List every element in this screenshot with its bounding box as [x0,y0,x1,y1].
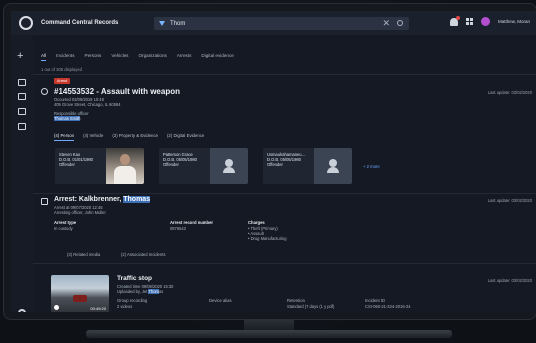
silhouette-body [223,167,235,173]
filter-icon[interactable] [159,21,165,26]
clear-search-icon[interactable]: ✕ [382,18,390,29]
person-card[interactable]: Steven Kao D.O.B. 01/01/1980 Offender [55,148,144,184]
device-alias-label: Device alias [209,298,232,303]
charges-list: • Theft (Primary) • Assault • Drug Manuf… [248,226,287,241]
retention-label: Retention [287,298,305,303]
arrest-record-value: 0876543 [170,226,186,231]
person-card[interactable]: Patterson Grace D.O.B. 05/05/1980 Offend… [159,148,248,184]
arrest-record-label: Arrest record number [170,220,214,225]
tab-vehicles[interactable]: Vehicles [111,53,128,61]
play-icon[interactable] [54,305,59,310]
uploaded-highlight: Thom [148,289,159,294]
result-tabs: All Incidents Persons Vehicles Organizat… [41,53,234,61]
subtab-digital-evidence[interactable]: (2) Digital Evidence [167,133,204,141]
settings-gear-icon[interactable] [18,309,26,312]
left-nav-rail: + [11,35,33,312]
charges-label: Charges [248,220,265,225]
group-recording-label: Group recording [117,298,148,303]
person-info: Usmaulrahamaneu... D.O.B. 05/05/1980 Off… [267,152,313,167]
group-recording-value: 2 videos [117,304,133,309]
handcuffs-icon [41,198,48,205]
incident-id-value: CSI-060-21-324-2016-24 [365,304,411,309]
incident-last-update: Last update: 03/02/2020 [487,90,532,95]
tab-digital-evidence[interactable]: Digital evidence [201,53,233,61]
notification-dot [455,15,460,20]
results-count: 1 out of 305 displayed [41,67,82,72]
uploaded-text: Uploaded by, Jet [117,289,149,294]
thumbnail-car [73,295,87,302]
person-card[interactable]: Usmaulrahamaneu... D.O.B. 05/05/1980 Off… [263,148,352,184]
app-title: Command Central Records [41,20,119,26]
divider [33,193,536,194]
incident-icon [41,88,48,95]
user-avatar[interactable] [480,17,490,26]
app-screen: Command Central Records Thom ✕ Matthew, … [11,11,536,312]
incident-title[interactable]: #14553532 - Assault with weapon [54,87,180,96]
person-info: Patterson Grace D.O.B. 05/05/1980 Offend… [163,152,209,167]
subtab-vehicle[interactable]: (4) Vehicle [83,133,103,141]
nav-car-icon[interactable] [18,79,26,86]
user-name[interactable]: Matthew, Moran [498,19,530,24]
charge-item: • Drug Manufacturing [248,236,287,241]
tab-arrests[interactable]: Arrests [177,53,192,61]
arresting-officer: Arresting officer, John Muller [54,210,106,215]
tab-persons[interactable]: Persons [85,53,102,61]
associated-incidents-link[interactable]: (2) Associated Incidents [121,252,165,257]
related-media-link[interactable]: (3) Related media [67,252,100,257]
results-panel: All Incidents Persons Vehicles Organizat… [33,35,536,312]
nav-monitor-icon[interactable] [18,123,26,130]
arrest-title-text: Arrest: Kalkbrenner, [54,196,124,203]
silhouette-head [225,159,233,167]
more-persons-link[interactable]: + 2 more [363,164,380,169]
arrest-type-label: Arrest type [54,220,77,225]
status-badge: Arrest [54,78,71,84]
media-uploaded: Uploaded by, Jet Thomas [117,289,163,294]
person-photo [106,148,144,184]
arrest-last-update: Last update: 03/02/2020 [487,198,532,203]
divider [33,74,536,75]
top-bar-actions: Matthew, Moran [449,15,530,26]
search-input[interactable]: Thom [170,21,185,27]
app-logo-icon[interactable] [19,16,33,30]
officer-name: Thomas Smith [54,116,81,121]
tab-all[interactable]: All [41,53,47,61]
subtab-person[interactable]: (4) Person [54,133,75,141]
arrest-title[interactable]: Arrest: Kalkbrenner, Thomas [54,196,151,203]
video-duration: 00:49:20 [90,306,106,311]
apps-grid-icon[interactable] [465,18,473,25]
incident-subtabs: (4) Person (4) Vehicle (3) Property & Ev… [54,133,204,141]
silhouette-body [327,167,339,173]
person-role: Offender [163,162,179,167]
arrest-title-highlight: Thomas [123,196,151,203]
top-bar: Command Central Records Thom ✕ Matthew, … [11,11,536,35]
monitor-base [86,330,452,338]
video-thumbnail[interactable]: 00:49:20 [51,275,109,312]
arrest-type-value: In custody [54,226,73,231]
tab-incidents[interactable]: Incidents [56,53,74,61]
person-placeholder-icon [314,148,352,184]
incident-id-label: Incident ID [365,298,386,303]
divider [33,263,536,264]
photo-body [114,166,136,184]
add-icon[interactable]: + [17,51,23,62]
person-placeholder-icon [210,148,248,184]
media-last-update: Last update: 03/02/2020 [487,278,532,283]
silhouette-head [329,159,337,167]
tab-organizations[interactable]: Organizations [138,53,166,61]
nav-document-icon[interactable] [18,93,26,100]
uploaded-suffix: as [158,289,164,294]
incident-address: 405 Grove Street, Chicago, IL 60594 [54,102,121,107]
nav-folder-icon[interactable] [18,108,26,115]
person-role: Offender [267,162,283,167]
person-role: Offender [59,162,75,167]
retention-value: Standard (7 days (1 y pdf) [287,304,335,309]
notification-bell-icon[interactable] [449,15,460,26]
person-info: Steven Kao D.O.B. 01/01/1980 Offender [59,152,105,167]
search-bar[interactable]: Thom ✕ [154,17,409,30]
photo-head [120,154,130,165]
search-icon[interactable] [397,20,403,26]
media-title[interactable]: Traffic stop [117,275,152,282]
subtab-property-evidence[interactable]: (3) Property & Evidence [112,133,158,141]
